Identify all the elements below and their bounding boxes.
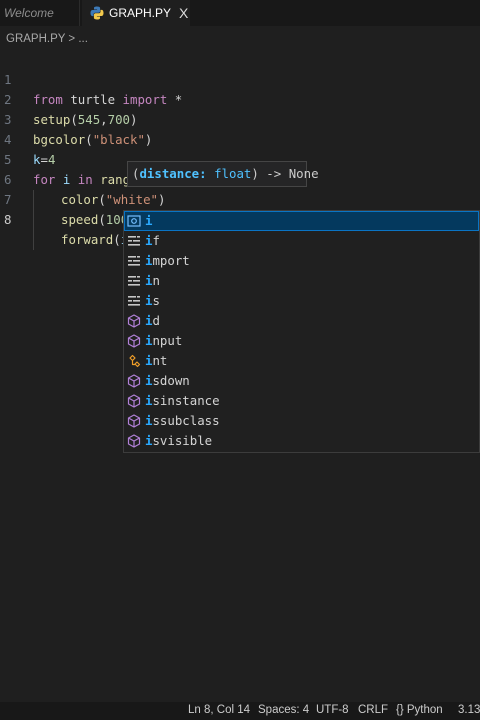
- code-token: speed: [61, 212, 99, 227]
- indentation-status[interactable]: Spaces: 4: [258, 704, 309, 716]
- code-line-2: 2 setup(545,700): [0, 70, 480, 127]
- suggestion-item[interactable]: in: [124, 271, 479, 291]
- code-line-5: 5 for i in range(160):: [0, 130, 480, 187]
- suggestion-item[interactable]: if: [124, 231, 479, 251]
- sig-type: float: [214, 166, 252, 181]
- line-number: 8: [4, 212, 12, 227]
- suggestion-rest: n: [152, 273, 160, 288]
- tab-welcome-label: Welcome: [4, 6, 54, 20]
- suggestion-rest: mport: [152, 253, 190, 268]
- python-version[interactable]: 3.13: [458, 704, 480, 716]
- code-token: (: [113, 232, 121, 247]
- language-label: Python: [406, 704, 443, 716]
- code-line-8: 8 forward(i): [0, 190, 480, 250]
- suggestion-item[interactable]: int: [124, 351, 479, 371]
- code-line-4: 4 k=4: [0, 110, 480, 167]
- eol-status[interactable]: CRLF: [358, 704, 388, 716]
- suggestion-item[interactable]: id: [124, 311, 479, 331]
- sig-rest: ) -> None: [251, 166, 319, 181]
- function-icon: [127, 434, 141, 448]
- suggestion-label: id: [145, 311, 160, 331]
- suggestion-rest: d: [152, 313, 160, 328]
- suggestion-label: int: [145, 351, 167, 371]
- indent-guide: [33, 230, 61, 250]
- cursor-position[interactable]: Ln 8, Col 14: [188, 704, 250, 716]
- suggestion-item[interactable]: input: [124, 331, 479, 351]
- variable-icon: [127, 214, 141, 228]
- braces-icon: {}: [396, 704, 404, 716]
- keyword-icon: [127, 294, 141, 308]
- code-token: forward: [61, 232, 114, 247]
- status-bar: Ln 8, Col 14 Spaces: 4 UTF-8 CRLF {} Pyt…: [0, 702, 480, 720]
- suggestion-rest: svisible: [152, 433, 213, 448]
- function-icon: [127, 314, 141, 328]
- autocomplete-list[interactable]: i if import in is id input int isdown isinstance i…: [123, 210, 480, 453]
- tab-graph-label: GRAPH.PY: [109, 6, 172, 20]
- suggestion-item[interactable]: is: [124, 291, 479, 311]
- suggestion-item[interactable]: i: [124, 211, 479, 231]
- suggestion-label: isdown: [145, 371, 190, 391]
- suggestion-item[interactable]: isinstance: [124, 391, 479, 411]
- breadcrumb[interactable]: GRAPH.PY > ...: [6, 33, 88, 45]
- keyword-icon: [127, 274, 141, 288]
- suggestion-label: import: [145, 251, 190, 271]
- suggestion-match: i: [145, 213, 153, 228]
- signature-hint: (distance: float) -> None: [127, 161, 319, 187]
- suggestion-item[interactable]: issubclass: [124, 411, 479, 431]
- code-token: (: [98, 212, 106, 227]
- function-icon: [127, 394, 141, 408]
- language-status[interactable]: {} Python: [396, 704, 443, 716]
- suggestion-rest: f: [152, 233, 160, 248]
- suggestion-item[interactable]: isdown: [124, 371, 479, 391]
- python-icon: [90, 6, 104, 20]
- suggestion-rest: nt: [152, 353, 168, 368]
- suggestion-label: is: [145, 291, 160, 311]
- suggestion-label: i: [145, 211, 152, 231]
- suggestion-label: if: [145, 231, 160, 251]
- suggestion-rest: sinstance: [152, 393, 220, 408]
- tab-welcome[interactable]: Welcome: [0, 0, 80, 26]
- sig-param: distance: [139, 166, 200, 181]
- suggestion-label: issubclass: [145, 411, 220, 431]
- suggestion-label: isinstance: [145, 391, 220, 411]
- tab-graph-py[interactable]: GRAPH.PY X: [82, 0, 190, 26]
- encoding-status[interactable]: UTF-8: [316, 704, 349, 716]
- indent-guide: [33, 210, 61, 230]
- code-line-1: 1 from turtle import *: [0, 50, 480, 107]
- sig-colon: :: [199, 166, 215, 181]
- close-icon[interactable]: X: [179, 5, 188, 21]
- suggestion-item[interactable]: isvisible: [124, 431, 479, 451]
- suggestion-rest: nput: [152, 333, 183, 348]
- suggestion-item[interactable]: import: [124, 251, 479, 271]
- suggestion-label: isvisible: [145, 431, 212, 451]
- keyword-icon: [127, 234, 141, 248]
- suggestion-label: in: [145, 271, 160, 291]
- code-line-3: 3 bgcolor("black"): [0, 90, 480, 147]
- function-icon: [127, 414, 141, 428]
- function-icon: [127, 334, 141, 348]
- class-icon: [127, 354, 141, 368]
- function-icon: [127, 374, 141, 388]
- suggestion-label: input: [145, 331, 182, 351]
- suggestion-rest: sdown: [152, 373, 190, 388]
- tab-bar: Welcome GRAPH.PY X: [0, 0, 480, 26]
- keyword-icon: [127, 254, 141, 268]
- suggestion-rest: ssubclass: [152, 413, 220, 428]
- suggestion-rest: s: [152, 293, 160, 308]
